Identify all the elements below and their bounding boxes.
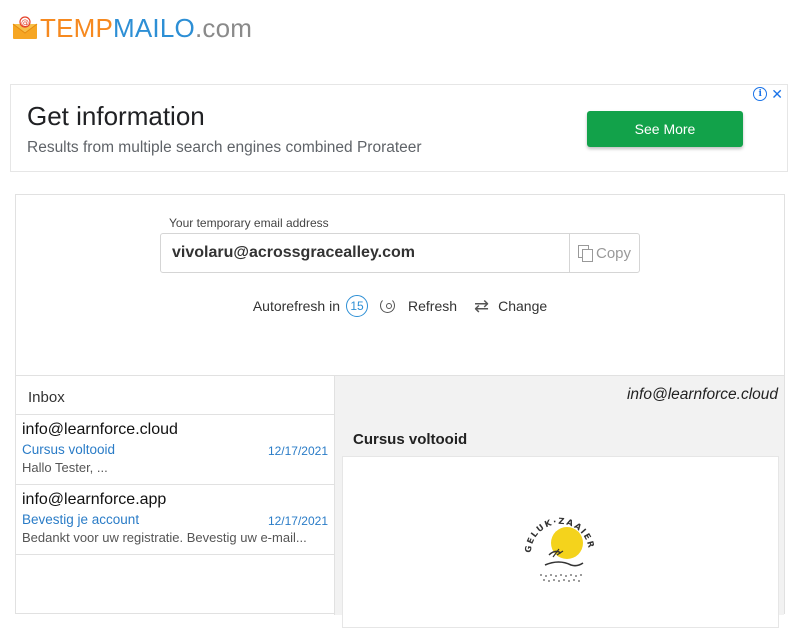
info-icon[interactable]: i xyxy=(753,87,768,101)
envelope-at-icon: @ xyxy=(12,16,38,40)
autorefresh-label: Autorefresh in xyxy=(252,298,340,314)
ad-banner[interactable]: Get information Results from multiple se… xyxy=(10,84,788,172)
mail-sender: info@learnforce.app xyxy=(22,491,167,508)
reader-subject: Cursus voltooid xyxy=(353,431,468,448)
logo-text: TEMPMAILO.com xyxy=(40,12,252,44)
refresh-controls: Autorefresh in 15 Refresh ⇄ Change xyxy=(16,295,784,317)
refresh-button[interactable]: Refresh xyxy=(408,298,457,314)
see-more-button[interactable]: See More xyxy=(587,111,743,147)
site-logo[interactable]: @ TEMPMAILO.com xyxy=(12,12,252,44)
refresh-icon[interactable] xyxy=(379,297,397,315)
list-item[interactable]: info@learnforce.cloud Cursus voltooid 12… xyxy=(16,415,335,485)
inbox-list-empty-area xyxy=(16,555,335,615)
ad-subtitle[interactable]: Results from multiple search engines com… xyxy=(27,139,422,157)
reader-sender: info@learnforce.cloud xyxy=(626,386,778,403)
swap-arrows-icon[interactable]: ⇄ xyxy=(474,296,489,317)
gelukzaaiers-logo: GELUK·ZAAIERS xyxy=(515,502,601,591)
svg-text:@: @ xyxy=(21,18,29,27)
address-caption: Your temporary email address xyxy=(169,216,329,230)
logo-com: .com xyxy=(194,13,253,43)
mail-subject: Cursus voltooid xyxy=(22,442,116,457)
inbox-header: Inbox xyxy=(16,375,335,415)
mail-date: 12/17/2021 xyxy=(267,514,328,528)
countdown-badge: 15 xyxy=(346,295,368,317)
logo-mailo: MAILO xyxy=(113,13,195,43)
copy-button[interactable]: Copy xyxy=(569,234,639,272)
close-icon[interactable]: ✕ xyxy=(771,87,783,101)
mail-sender: info@learnforce.cloud xyxy=(22,421,178,438)
mail-preview: Hallo Tester, ... xyxy=(22,460,108,475)
copy-icon xyxy=(577,245,593,262)
copy-label: Copy xyxy=(595,244,632,262)
ad-choices: i ✕ xyxy=(753,87,783,101)
logo-temp: TEMP xyxy=(40,13,114,43)
change-button[interactable]: Change xyxy=(498,298,547,314)
email-address-field[interactable]: vivolaru@acrossgracealley.com xyxy=(161,234,569,272)
mail-preview: Bedankt voor uw registratie. Bevestig uw… xyxy=(22,530,307,545)
mail-date: 12/17/2021 xyxy=(267,444,328,458)
message-reader: info@learnforce.cloud Cursus voltooid GE… xyxy=(335,375,784,628)
mail-subject: Bevestig je account xyxy=(22,512,140,527)
message-body: GELUK·ZAAIERS xyxy=(342,456,779,628)
ad-title[interactable]: Get information xyxy=(27,101,205,132)
address-box: vivolaru@acrossgracealley.com Copy xyxy=(160,233,640,273)
list-item[interactable]: info@learnforce.app Bevestig je account … xyxy=(16,485,335,555)
mail-panel: Your temporary email address vivolaru@ac… xyxy=(15,194,785,628)
